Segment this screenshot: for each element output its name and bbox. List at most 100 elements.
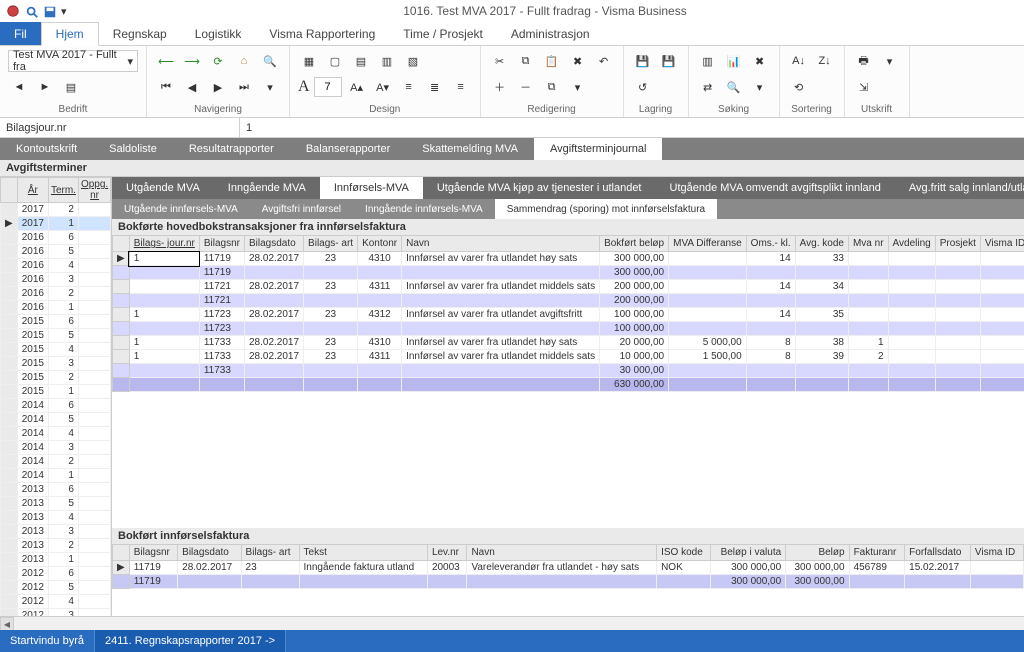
mva-tab-innforsels[interactable]: Innførsels-MVA <box>320 177 423 199</box>
status-bar: Startvindu byrå 2411. Regnskapsrapporter… <box>0 630 1024 652</box>
section-tab-avgiftsterminjournal[interactable]: Avgiftsterminjournal <box>534 138 662 160</box>
rec-first-icon[interactable]: ⏮ <box>155 76 177 98</box>
sort-clear-icon[interactable]: ⟲ <box>788 76 810 98</box>
export-icon[interactable]: ⇲ <box>853 76 875 98</box>
innforselsfaktura-grid[interactable]: BilagsnrBilagsdatoBilags- artTekstLev.nr… <box>112 544 1024 589</box>
design-new-icon[interactable]: ▧ <box>402 50 424 72</box>
window-title: 1016. Test MVA 2017 - Fullt fradrag - Vi… <box>72 4 1018 18</box>
company-dropdown[interactable]: Test MVA 2017 - Fullt fra▾ <box>8 50 138 72</box>
mva-tab-avgfritt[interactable]: Avg.fritt salg innland/utland/utenfor av… <box>895 177 1024 199</box>
font-size-input[interactable] <box>314 77 342 97</box>
terminer-grid[interactable]: År Term. Oppg. nr 20172▶2017120166201652… <box>0 177 112 617</box>
save-icon[interactable]: 💾 <box>632 50 654 72</box>
mva-tabs: Utgående MVA Inngående MVA Innførsels-MV… <box>112 177 1024 199</box>
section-tab-kontoutskrift[interactable]: Kontoutskrift <box>0 138 93 160</box>
subtab-avgiftsfri[interactable]: Avgiftsfri innførsel <box>250 199 353 219</box>
company-list-icon[interactable]: ▤ <box>60 76 82 98</box>
rec-next-icon[interactable]: ▶ <box>207 76 229 98</box>
design-grid-icon[interactable]: ▤ <box>350 50 372 72</box>
section-tab-skattemelding[interactable]: Skattemelding MVA <box>406 138 534 160</box>
cut-icon[interactable]: ✂ <box>489 50 511 72</box>
font-letter: A <box>298 78 310 96</box>
mva-tab-inngaaende[interactable]: Inngående MVA <box>214 177 320 199</box>
ribbon-group-lagring: 💾 💾 ↺ Lagring <box>624 46 689 117</box>
save-icon[interactable] <box>42 4 56 18</box>
ribbon-tab-file[interactable]: Fil <box>0 22 41 45</box>
filter-clear-icon[interactable]: ✖ <box>749 50 771 72</box>
scroll-left-icon[interactable]: ◀ <box>0 617 14 631</box>
revert-icon[interactable]: ↺ <box>632 76 654 98</box>
search-zoom-icon[interactable]: 🔍 <box>723 76 745 98</box>
rec-prev-icon[interactable]: ◀ <box>181 76 203 98</box>
sort-desc-icon[interactable]: Z↓ <box>814 50 836 72</box>
ribbon-group-bedrift: Test MVA 2017 - Fullt fra▾ ◄ ► ▤ Bedrift <box>0 46 147 117</box>
copy-icon[interactable]: ⧉ <box>515 50 537 72</box>
hovedbok-grid[interactable]: Bilags- jour.nrBilagsnrBilagsdatoBilags-… <box>112 235 1024 392</box>
ribbon-group-navigering: ⟵ ⟶ ⟳ ⌂ 🔍 ⏮ ◀ ▶ ⏭ ▾ Navigering <box>147 46 290 117</box>
section-tab-resultatrapporter[interactable]: Resultatrapporter <box>173 138 290 160</box>
ribbon-tab-administrasjon[interactable]: Administrasjon <box>497 22 604 45</box>
design-form-icon[interactable]: ▥ <box>376 50 398 72</box>
mva-tab-utgaaende[interactable]: Utgående MVA <box>112 177 214 199</box>
row-copy-icon[interactable]: ⧉ <box>541 76 563 98</box>
row-more-icon[interactable]: ▾ <box>567 76 589 98</box>
design-layout-icon[interactable]: ▦ <box>298 50 320 72</box>
status-crumb-start[interactable]: Startvindu byrå <box>0 630 95 652</box>
innforsels-subtabs: Utgående innførsels-MVA Avgiftsfri innfø… <box>112 199 1024 219</box>
filter-chart-icon[interactable]: 📊 <box>723 50 745 72</box>
subtab-inng-innforsels[interactable]: Inngående innførsels-MVA <box>353 199 495 219</box>
ribbon-tab-logistikk[interactable]: Logistikk <box>181 22 256 45</box>
ribbon-group-redigering: ✂ ⧉ 📋 ✖ ↶ ＋ － ⧉ ▾ Redigering <box>481 46 624 117</box>
search-more-icon[interactable]: ▾ <box>749 76 771 98</box>
horizontal-scrollbar[interactable]: ◀ <box>0 616 1024 630</box>
font-grow-icon[interactable]: A▴ <box>346 76 368 98</box>
company-prev-icon[interactable]: ◄ <box>8 76 30 98</box>
name-bar-value[interactable]: 1 <box>240 118 1024 137</box>
ribbon-tab-time-prosjekt[interactable]: Time / Prosjekt <box>389 22 497 45</box>
nav-find-icon[interactable]: 🔍 <box>259 50 281 72</box>
company-next-icon[interactable]: ► <box>34 76 56 98</box>
main-area: År Term. Oppg. nr 20172▶2017120166201652… <box>0 177 1024 617</box>
ribbon-tabs: Fil Hjem Regnskap Logistikk Visma Rappor… <box>0 22 1024 46</box>
filter-icon[interactable]: ▥ <box>697 50 719 72</box>
ribbon-tab-regnskap[interactable]: Regnskap <box>99 22 181 45</box>
nav-refresh-icon[interactable]: ⟳ <box>207 50 229 72</box>
title-bar: ▾ 1016. Test MVA 2017 - Fullt fradrag - … <box>0 0 1024 22</box>
sort-asc-icon[interactable]: A↓ <box>788 50 810 72</box>
design-view-icon[interactable]: ▢ <box>324 50 346 72</box>
save-all-icon[interactable]: 💾 <box>658 50 680 72</box>
section-tab-saldoliste[interactable]: Saldoliste <box>93 138 173 160</box>
undo-icon[interactable]: ↶ <box>593 50 615 72</box>
nav-fwd-icon[interactable]: ⟶ <box>181 50 203 72</box>
align-right-icon[interactable]: ≡ <box>450 76 472 98</box>
delete-icon[interactable]: ✖ <box>567 50 589 72</box>
rec-more-icon[interactable]: ▾ <box>259 76 281 98</box>
align-left-icon[interactable]: ≡ <box>398 76 420 98</box>
name-bar-label: Bilagsjour.nr <box>0 118 240 137</box>
print-icon[interactable]: 🖶 <box>853 50 875 72</box>
font-shrink-icon[interactable]: A▾ <box>372 76 394 98</box>
mva-tab-utg-omvendt[interactable]: Utgående MVA omvendt avgiftsplikt innlan… <box>656 177 895 199</box>
align-center-icon[interactable]: ≣ <box>424 76 446 98</box>
ribbon-tab-visma-rapportering[interactable]: Visma Rapportering <box>255 22 389 45</box>
print-dd-icon[interactable]: ▾ <box>879 50 901 72</box>
paste-icon[interactable]: 📋 <box>541 50 563 72</box>
rec-last-icon[interactable]: ⏭ <box>233 76 255 98</box>
ribbon-group-design: ▦ ▢ ▤ ▥ ▧ A A▴ A▾ ≡ ≣ ≡ Design <box>290 46 481 117</box>
subtab-utg-innforsels[interactable]: Utgående innførsels-MVA <box>112 199 250 219</box>
mva-tab-utg-tjenester[interactable]: Utgående MVA kjøp av tjenester i utlande… <box>423 177 656 199</box>
row-delete-icon[interactable]: － <box>515 76 537 98</box>
section-tab-balanserapporter[interactable]: Balanserapporter <box>290 138 406 160</box>
section-tabs: Kontoutskrift Saldoliste Resultatrapport… <box>0 138 1024 160</box>
nav-back-icon[interactable]: ⟵ <box>155 50 177 72</box>
nav-home-icon[interactable]: ⌂ <box>233 50 255 72</box>
ribbon-tab-hjem[interactable]: Hjem <box>41 22 99 46</box>
row-insert-icon[interactable]: ＋ <box>489 76 511 98</box>
status-crumb-rapporter[interactable]: 2411. Regnskapsrapporter 2017 -> <box>95 630 286 652</box>
subtab-sammendrag[interactable]: Sammendrag (sporing) mot innførselsfaktu… <box>495 199 717 219</box>
zoom-icon[interactable] <box>24 4 38 18</box>
ribbon-group-utskrift: 🖶 ▾ ⇲ Utskrift <box>845 46 910 117</box>
qat-dropdown-icon[interactable]: ▾ <box>60 4 72 18</box>
search-toggle-icon[interactable]: ⇄ <box>697 76 719 98</box>
quick-access-toolbar: ▾ <box>6 4 72 18</box>
